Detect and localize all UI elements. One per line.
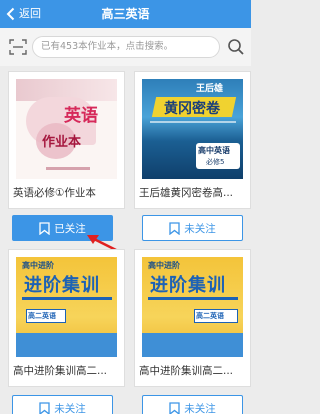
cover-brand-text: 高中进阶 (148, 261, 180, 270)
cover-title-text: 英语 (64, 106, 98, 126)
book-cover: 王后雄 黄冈密卷 高中英语 必修5 (142, 79, 243, 179)
book-card[interactable]: 王后雄 黄冈密卷 高中英语 必修5 王后雄黄冈密卷高... (134, 71, 251, 209)
follow-button-label: 未关注 (54, 402, 86, 414)
bookmark-icon (39, 221, 50, 235)
search-input[interactable]: 已有453本作业本，点击搜索。 (32, 36, 220, 58)
cover-volume-text: 必修5 (206, 158, 225, 166)
cover-title-text: 进阶集训 (150, 275, 226, 296)
cover-subject-text: 高二英语 (28, 312, 56, 320)
follow-button[interactable]: 未关注 (12, 395, 113, 414)
book-card[interactable]: 高中进阶 进阶集训 高二英语 高中进阶集训高二... (8, 249, 125, 387)
book-title: 高中进阶集训高二... (13, 365, 108, 377)
follow-button-label: 未关注 (184, 402, 216, 414)
book-cover: 英语 作业本 (16, 79, 117, 179)
bookmark-icon (39, 401, 50, 414)
back-label: 返回 (19, 7, 41, 20)
follow-button-label: 未关注 (184, 222, 216, 235)
book-card[interactable]: 高中进阶 进阶集训 高二英语 高中进阶集训高二... (134, 249, 251, 387)
search-bar: 已有453本作业本，点击搜索。 (0, 28, 251, 66)
follow-button[interactable]: 未关注 (142, 395, 243, 414)
cover-brand-text: 王后雄 (196, 84, 224, 94)
follow-button[interactable]: 未关注 (142, 215, 243, 241)
cover-subtitle-text: 作业本 (42, 135, 82, 150)
cover-title-text: 黄冈密卷 (164, 101, 220, 117)
follow-button-label: 已关注 (54, 222, 86, 235)
book-title: 高中进阶集训高二... (139, 365, 234, 377)
cover-subject-text: 高二英语 (196, 312, 224, 320)
book-card[interactable]: 英语 作业本 英语必修①作业本 (8, 71, 125, 209)
search-icon[interactable] (227, 38, 245, 56)
chevron-left-icon (2, 0, 18, 28)
book-cover: 高中进阶 进阶集训 高二英语 (16, 257, 117, 357)
cover-title-text: 进阶集训 (24, 275, 100, 296)
bookmark-icon (169, 221, 180, 235)
cover-brand-text: 高中进阶 (22, 261, 54, 270)
cover-subject-text: 高中英语 (198, 146, 230, 155)
top-bar: 返回 高三英语 (0, 0, 251, 28)
book-title: 英语必修①作业本 (13, 187, 96, 199)
back-button[interactable]: 返回 (2, 0, 41, 28)
book-title: 王后雄黄冈密卷高... (139, 187, 234, 199)
book-cover: 高中进阶 进阶集训 高二英语 (142, 257, 243, 357)
scan-icon[interactable] (9, 39, 27, 55)
bookmark-icon (169, 401, 180, 414)
